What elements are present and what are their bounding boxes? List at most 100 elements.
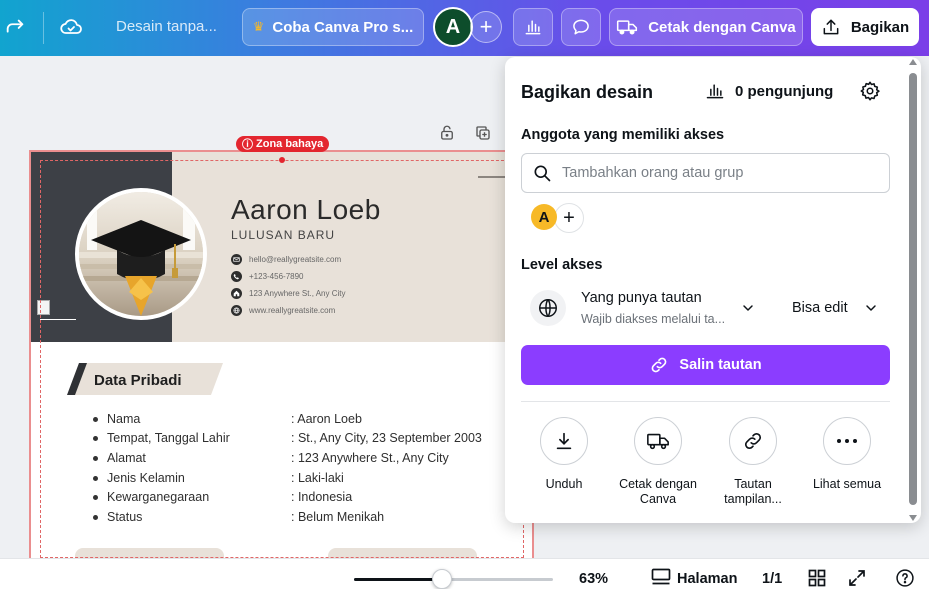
truck-icon bbox=[617, 20, 638, 35]
action-label: Cetak dengan Canva bbox=[619, 477, 697, 506]
danger-zone-marker bbox=[279, 157, 285, 163]
download-icon bbox=[540, 417, 588, 465]
visitor-count-button[interactable]: 0 pengunjung bbox=[705, 81, 833, 101]
bullet-dot bbox=[93, 417, 98, 422]
field-row[interactable]: Nama : Aaron Loeb bbox=[93, 412, 362, 426]
divider bbox=[521, 401, 890, 402]
pages-view-icon[interactable] bbox=[651, 568, 671, 589]
phone-icon bbox=[231, 271, 242, 282]
print-label: Cetak dengan Canva bbox=[648, 18, 796, 36]
contact-email[interactable]: hello@reallygreatsite.com bbox=[231, 254, 341, 265]
email-icon bbox=[231, 254, 242, 265]
try-pro-button[interactable]: ♛ Coba Canva Pro s... bbox=[242, 8, 424, 46]
action-label: Lihat semua bbox=[812, 477, 882, 491]
add-collaborator-button[interactable]: + bbox=[470, 11, 502, 43]
download-action[interactable]: Unduh bbox=[516, 417, 612, 492]
field-label: Tempat, Tanggal Lahir bbox=[107, 431, 230, 445]
add-people-field[interactable] bbox=[521, 153, 890, 193]
insights-button[interactable] bbox=[513, 8, 553, 46]
print-action[interactable]: Cetak dengan Canva bbox=[610, 417, 706, 507]
contact-text: +123-456-7890 bbox=[249, 272, 304, 281]
field-row[interactable]: Status : Belum Menikah bbox=[93, 510, 384, 524]
next-section-tab bbox=[328, 548, 477, 558]
view-link-action[interactable]: Tautan tampilan... bbox=[705, 417, 801, 507]
chevron-down-icon[interactable] bbox=[863, 300, 879, 321]
resume-page[interactable]: Aaron Loeb LULUSAN BARU hello@reallygrea… bbox=[29, 150, 534, 560]
resume-name[interactable]: Aaron Loeb bbox=[231, 194, 381, 226]
field-row[interactable]: Jenis Kelamin : Laki-laki bbox=[93, 471, 344, 485]
contact-address[interactable]: 123 Anywhere St., Any City bbox=[231, 288, 346, 299]
see-all-action[interactable]: Lihat semua bbox=[799, 417, 895, 492]
lock-icon[interactable] bbox=[438, 124, 456, 147]
visitor-count: 0 pengunjung bbox=[735, 82, 834, 100]
truck-icon bbox=[634, 417, 682, 465]
bullet-dot bbox=[93, 436, 98, 441]
field-label: Alamat bbox=[107, 451, 146, 465]
bottom-bar: 63% Halaman 1/1 bbox=[0, 558, 929, 589]
action-label: Unduh bbox=[545, 477, 583, 491]
field-row[interactable]: Alamat : 123 Anywhere St., Any City bbox=[93, 451, 449, 465]
help-icon[interactable] bbox=[895, 568, 915, 589]
field-row[interactable]: Kewarganegaraan : Indonesia bbox=[93, 490, 352, 504]
add-people-input[interactable] bbox=[562, 165, 882, 181]
contact-phone[interactable]: +123-456-7890 bbox=[231, 271, 304, 282]
zoom-slider-handle[interactable] bbox=[432, 569, 452, 589]
zoom-percent[interactable]: 63% bbox=[579, 571, 608, 587]
header-beige-block bbox=[172, 152, 532, 342]
resume-role[interactable]: LULUSAN BARU bbox=[231, 228, 335, 242]
link-icon bbox=[729, 417, 777, 465]
user-avatar[interactable]: A bbox=[433, 7, 473, 47]
chevron-down-icon[interactable] bbox=[740, 300, 756, 321]
field-value: : Belum Menikah bbox=[291, 510, 385, 524]
bullet-dot bbox=[93, 495, 98, 500]
share-panel-title: Bagikan desain bbox=[521, 82, 654, 102]
page-counter: 1/1 bbox=[762, 571, 783, 587]
home-icon bbox=[231, 288, 242, 299]
print-with-canva-button[interactable]: Cetak dengan Canva bbox=[609, 8, 803, 46]
share-label: Bagikan bbox=[850, 18, 910, 36]
info-icon: ⓘ bbox=[242, 139, 253, 151]
access-heading: Level akses bbox=[521, 257, 603, 273]
profile-photo[interactable] bbox=[75, 188, 207, 320]
toolbar-divider bbox=[43, 12, 44, 44]
comments-button[interactable] bbox=[561, 8, 601, 46]
redo-icon[interactable] bbox=[0, 12, 30, 42]
bar-chart-icon bbox=[706, 84, 724, 99]
web-icon bbox=[231, 305, 242, 316]
contact-text: hello@reallygreatsite.com bbox=[249, 255, 342, 264]
contact-website[interactable]: www.reallygreatsite.com bbox=[231, 305, 335, 316]
members-heading: Anggota yang memiliki akses bbox=[521, 127, 725, 143]
share-button[interactable]: Bagikan bbox=[811, 8, 919, 46]
document-title[interactable]: Desain tanpa... bbox=[116, 18, 217, 35]
copy-link-button[interactable]: Salin tautan bbox=[521, 345, 890, 385]
add-member-button[interactable]: + bbox=[554, 203, 584, 233]
field-row[interactable]: Tempat, Tanggal Lahir : St., Any City, 2… bbox=[93, 431, 482, 445]
panel-scrollbar[interactable] bbox=[909, 59, 917, 521]
comment-icon bbox=[573, 19, 589, 35]
link-access-description: Wajib diakses melalui ta... bbox=[581, 312, 726, 326]
field-label: Jenis Kelamin bbox=[107, 471, 185, 485]
field-value: : Laki-laki bbox=[291, 471, 344, 485]
duplicate-page-icon[interactable] bbox=[474, 124, 492, 147]
danger-zone-label: Zona bahaya bbox=[256, 138, 324, 150]
member-avatar[interactable]: A bbox=[531, 204, 557, 230]
gear-icon[interactable] bbox=[859, 80, 881, 107]
permission-select[interactable]: Bisa edit bbox=[792, 300, 848, 316]
contact-text: 123 Anywhere St., Any City bbox=[249, 289, 346, 298]
link-icon bbox=[652, 357, 667, 373]
field-value: : Aaron Loeb bbox=[291, 412, 362, 426]
bar-chart-icon bbox=[525, 20, 541, 35]
field-label: Kewarganegaraan bbox=[107, 490, 210, 504]
danger-zone-badge: ⓘ Zona bahaya bbox=[236, 136, 330, 152]
next-section-tab bbox=[75, 548, 224, 558]
cloud-saved-icon[interactable] bbox=[56, 12, 86, 42]
link-access-select[interactable]: Yang punya tautan bbox=[581, 290, 702, 306]
grid-view-icon[interactable] bbox=[808, 569, 826, 589]
pages-button[interactable]: Halaman bbox=[677, 571, 737, 587]
section-title[interactable]: Data Pribadi bbox=[94, 372, 182, 389]
scrollbar-thumb[interactable] bbox=[909, 73, 917, 505]
contact-text: www.reallygreatsite.com bbox=[249, 306, 336, 315]
fullscreen-icon[interactable] bbox=[848, 569, 866, 589]
selection-handle[interactable] bbox=[37, 300, 50, 315]
field-value: : 123 Anywhere St., Any City bbox=[291, 451, 449, 465]
